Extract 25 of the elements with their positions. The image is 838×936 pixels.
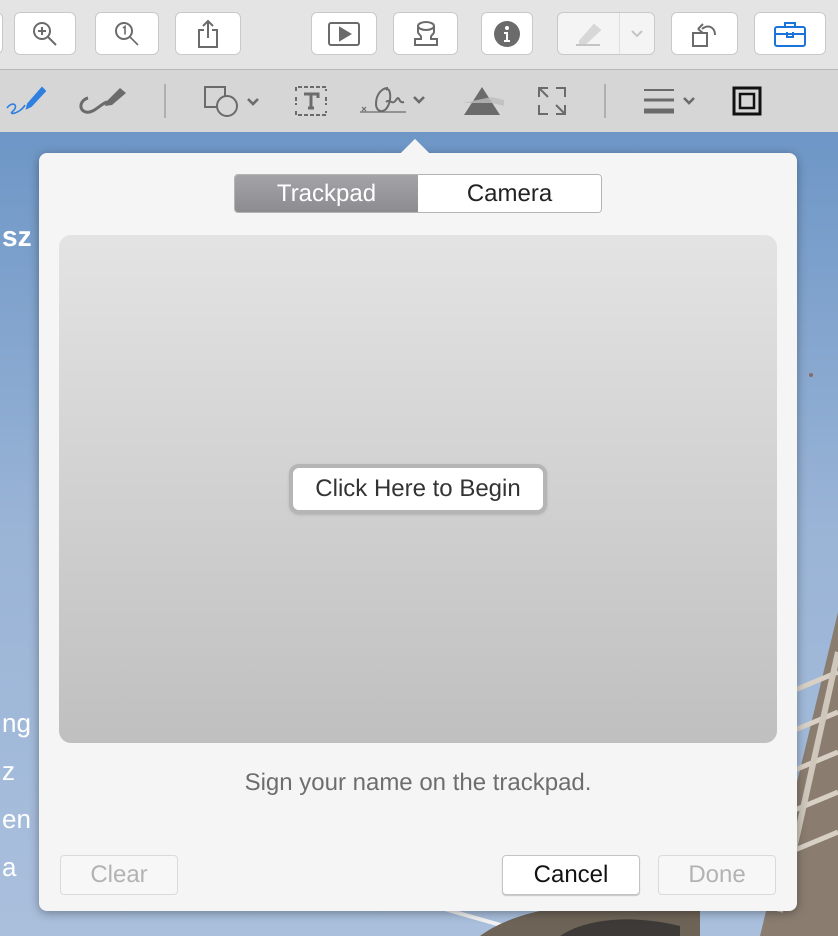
play-icon — [327, 20, 361, 46]
document-text: sz — [2, 220, 32, 254]
document-text: ng — [2, 707, 31, 739]
dialog-button[interactable]: Cancel — [502, 855, 640, 895]
document-text: en — [2, 803, 31, 835]
begin-button[interactable]: Click Here to Begin — [289, 464, 547, 514]
text-box-icon — [294, 85, 328, 117]
share-icon — [195, 18, 221, 48]
actual-size-button[interactable] — [95, 12, 159, 55]
resize-icon — [536, 85, 568, 117]
info-button[interactable] — [481, 12, 533, 55]
slideshow-button[interactable] — [311, 12, 377, 55]
rotate-button[interactable] — [671, 12, 738, 55]
document-text: z — [2, 755, 15, 787]
info-icon — [493, 20, 521, 48]
share-button[interactable] — [175, 12, 241, 55]
toolbox-button[interactable] — [754, 12, 826, 55]
segment-tab[interactable]: Camera — [418, 175, 601, 212]
toolbox-icon — [773, 20, 807, 48]
resize-tool[interactable] — [536, 85, 568, 117]
zoom-in-button[interactable] — [14, 12, 76, 55]
instruction-text: Sign your name on the trackpad. — [244, 768, 592, 798]
stamp-button[interactable] — [393, 12, 458, 55]
text-tool[interactable] — [294, 85, 328, 117]
document-text: a — [2, 851, 16, 883]
